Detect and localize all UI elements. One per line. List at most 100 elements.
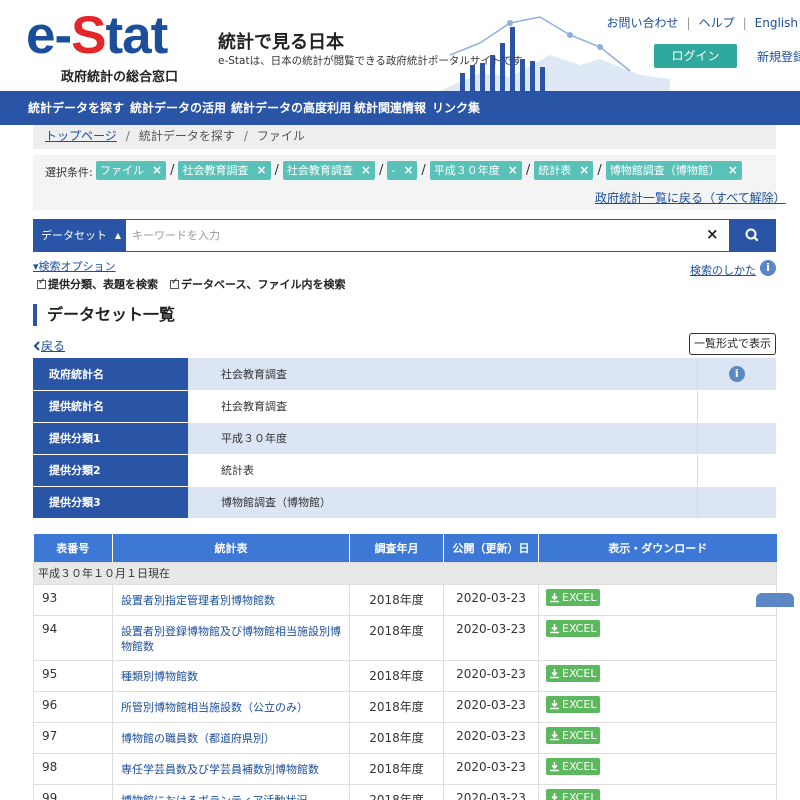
table-name-link[interactable]: 種類別博物館数 (112, 660, 350, 692)
download-icon (550, 668, 559, 678)
register-link[interactable]: 新規登録 (757, 48, 800, 65)
info-icon[interactable]: i (760, 260, 776, 276)
breadcrumb-top[interactable]: トップページ (45, 129, 117, 143)
scroll-to-top-tab[interactable] (756, 593, 794, 607)
estat-logo[interactable]: e-Stat 政府統計の総合窓口 (26, 6, 186, 86)
table-name-link[interactable]: 博物館におけるボランティア活動状況 (112, 784, 350, 800)
back-link[interactable]: 戻る (33, 337, 65, 354)
checkbox-icon[interactable] (37, 277, 46, 289)
condition-chip[interactable]: 統計表 × (534, 161, 594, 180)
info-row: 提供統計名 社会教育調査 (33, 390, 776, 423)
contact-link[interactable]: お問い合わせ (607, 16, 679, 30)
checkbox-search-category[interactable]: 提供分類、表題を検索 (37, 277, 158, 291)
info-icon-cell: i (696, 358, 776, 391)
publish-date: 2020-03-23 (443, 691, 539, 723)
group-label: 平成３０年１０月１日現在 (33, 561, 777, 585)
condition-chip[interactable]: 社会教育調査 × (178, 161, 271, 180)
logo-subtitle: 政府統計の総合窓口 (61, 70, 179, 85)
download-cell: EXCEL (538, 784, 777, 800)
table-name-link[interactable]: 設置者別指定管理者別博物館数 (112, 584, 350, 616)
download-icon (550, 730, 559, 740)
clear-icon[interactable]: × (706, 225, 719, 243)
search-options-link[interactable]: ▾検索オプション (33, 258, 116, 274)
excel-download-button[interactable]: EXCEL (546, 757, 601, 775)
info-key: 提供分類2 (33, 454, 188, 487)
download-cell: EXCEL (538, 660, 777, 692)
nav-item-links[interactable]: リンク集 (432, 91, 480, 125)
excel-download-button[interactable]: EXCEL (546, 588, 601, 606)
search-help-link[interactable]: 検索のしかた (690, 262, 756, 278)
table-name-link[interactable]: 所管別博物館相当施設数（公立のみ） (112, 691, 350, 723)
info-icon-cell (696, 390, 776, 423)
info-icon-cell (696, 422, 776, 455)
site-tagline: 統計で見る日本 (218, 32, 344, 53)
list-view-button[interactable]: 一覧形式で表示 (689, 333, 776, 355)
checkbox-icon[interactable] (170, 277, 179, 289)
search-button[interactable] (729, 220, 775, 251)
search-type-select[interactable]: データセット ▲ ▼ (34, 220, 126, 271)
info-icon[interactable]: i (728, 365, 745, 382)
condition-chip[interactable]: ファイル × (96, 161, 167, 180)
condition-chip[interactable]: 平成３０年度 × (429, 161, 522, 180)
table-number: 94 (33, 615, 113, 661)
excel-download-button[interactable]: EXCEL (546, 726, 601, 744)
reset-conditions-link[interactable]: 政府統計一覧に戻る（すべて解除） (595, 189, 786, 206)
checkbox-search-files[interactable]: データベース、ファイル内を検索 (170, 277, 345, 291)
help-link[interactable]: ヘルプ (699, 16, 735, 30)
chip-separator: / (274, 163, 279, 178)
download-cell: EXCEL (538, 584, 777, 616)
nav-item-advanced-use[interactable]: 統計データの高度利用 (231, 91, 351, 125)
nav-item-search-data[interactable]: 統計データを探す (28, 91, 124, 125)
login-button[interactable]: ログイン (654, 44, 737, 68)
site-header: e-Stat 政府統計の総合窓口 統計で見る日本 e-Statは、日本の統計が閲… (0, 0, 800, 91)
survey-period: 2018年度 (349, 660, 444, 692)
chip-separator: / (597, 163, 602, 178)
separator: | (742, 16, 747, 30)
survey-period: 2018年度 (349, 784, 444, 800)
excel-download-button[interactable]: EXCEL (546, 664, 601, 682)
excel-download-button[interactable]: EXCEL (546, 695, 601, 713)
nav-item-related-info[interactable]: 統計関連情報 (354, 91, 426, 125)
excel-download-button[interactable]: EXCEL (546, 619, 601, 637)
download-cell: EXCEL (538, 691, 777, 723)
download-cell: EXCEL (538, 753, 777, 785)
column-header[interactable]: 調査年月 (349, 534, 444, 562)
download-cell: EXCEL (538, 615, 777, 661)
info-icon-cell (696, 454, 776, 487)
table-number: 96 (33, 691, 113, 723)
separator: | (686, 16, 691, 30)
download-cell: EXCEL (538, 722, 777, 754)
table-name-link[interactable]: 設置者別登録博物館及び博物館相当施設別博物館数 (112, 615, 350, 661)
remove-icon: × (403, 163, 414, 177)
info-key: 政府統計名 (33, 358, 188, 391)
download-icon (550, 761, 559, 771)
site-tagline-sub: e-Statは、日本の統計が閲覧できる政府統計ポータルサイトです (218, 55, 523, 67)
column-header[interactable]: 公開（更新）日 (443, 534, 539, 562)
search-input[interactable] (132, 224, 692, 247)
nav-item-use-data[interactable]: 統計データの活用 (130, 91, 226, 125)
english-link[interactable]: English (755, 16, 798, 30)
chip-separator: / (170, 163, 175, 178)
condition-chip[interactable]: 博物館調査（博物館） × (605, 161, 742, 180)
remove-icon: × (727, 163, 738, 177)
table-name-link[interactable]: 専任学芸員数及び学芸員補数別博物館数 (112, 753, 350, 785)
breadcrumb-search-data[interactable]: 統計データを探す (139, 129, 235, 143)
breadcrumb-separator: / (125, 129, 130, 143)
dataset-info-table: 政府統計名 社会教育調査 i 提供統計名 社会教育調査 提供分類1 平成３０年度… (33, 358, 776, 519)
table-group-row: 平成３０年１０月１日現在 (33, 561, 777, 585)
condition-chip[interactable]: 社会教育調査 × (282, 161, 375, 180)
excel-download-button[interactable]: EXCEL (546, 788, 601, 800)
info-icon-cell (696, 486, 776, 519)
condition-chip[interactable]: - × (387, 161, 418, 180)
column-header[interactable]: 表番号 (33, 534, 113, 562)
search-icon (745, 228, 759, 242)
breadcrumb: トップページ / 統計データを探す / ファイル (33, 125, 776, 149)
stats-table: 表番号 統計表 調査年月 公開（更新）日 表示・ダウンロード 平成３０年１０月１… (33, 534, 777, 800)
main-nav: 統計データを探す 統計データの活用 統計データの高度利用 統計関連情報 リンク集 (0, 91, 800, 125)
download-icon (550, 623, 559, 633)
table-name-link[interactable]: 博物館の職員数（都道府県別） (112, 722, 350, 754)
survey-period: 2018年度 (349, 584, 444, 616)
column-header[interactable]: 統計表 (112, 534, 350, 562)
breadcrumb-separator: / (243, 129, 248, 143)
table-row: 95 種類別博物館数 2018年度 2020-03-23 EXCEL (33, 660, 777, 692)
